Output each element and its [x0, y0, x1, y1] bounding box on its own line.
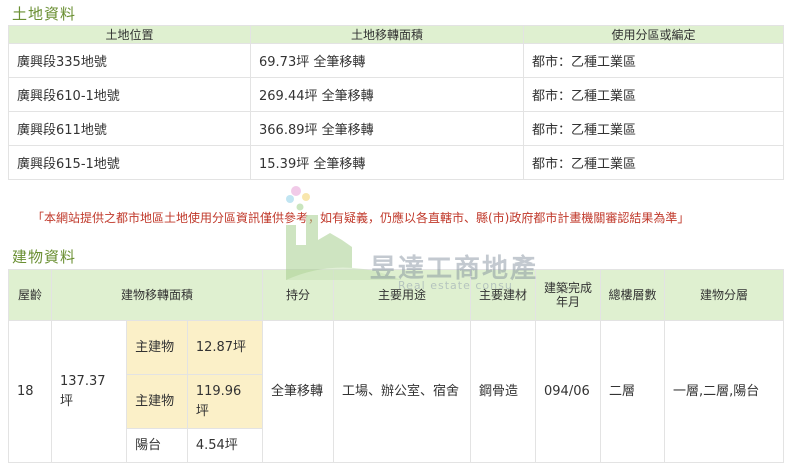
land-area: 366.89坪 全筆移轉 [250, 111, 524, 146]
land-location: 廣興段611地號 [8, 111, 251, 146]
land-area: 269.44坪 全筆移轉 [250, 77, 524, 112]
bldg-usage: 工場、辦公室、宿舍 [333, 320, 471, 463]
bldg-header-age: 屋齡 [8, 269, 52, 321]
bldg-sub-area-label: 主建物 [126, 320, 188, 375]
bldg-floor-levels: 一層,二層,陽台 [664, 320, 784, 463]
bldg-sub-area-label: 主建物 [126, 374, 188, 429]
land-row: 廣興段615-1地號 15.39坪 全筆移轉 都市：乙種工業區 [8, 145, 784, 180]
land-row: 廣興段335地號 69.73坪 全筆移轉 都市：乙種工業區 [8, 43, 784, 78]
land-table: 土地位置 土地移轉面積 使用分區或編定 廣興段335地號 69.73坪 全筆移轉… [8, 25, 784, 180]
land-location: 廣興段615-1地號 [8, 145, 251, 180]
land-section-title: 土地資料 [12, 5, 77, 23]
land-header-location: 土地位置 [8, 25, 251, 44]
building-section-title: 建物資料 [12, 248, 77, 266]
bldg-sub-area-value: 12.87坪 [186, 320, 264, 375]
bldg-sub-area-value: 119.96坪 [186, 374, 264, 429]
bldg-floors: 二層 [600, 320, 665, 463]
bldg-header-floors: 總樓層數 [600, 269, 665, 321]
land-row: 廣興段610-1地號 269.44坪 全筆移轉 都市：乙種工業區 [8, 77, 784, 112]
land-area: 69.73坪 全筆移轉 [250, 43, 524, 78]
land-header-area: 土地移轉面積 [250, 25, 524, 44]
land-area: 15.39坪 全筆移轉 [250, 145, 524, 180]
land-zoning: 都市：乙種工業區 [523, 77, 784, 112]
land-row: 廣興段611地號 366.89坪 全筆移轉 都市：乙種工業區 [8, 111, 784, 146]
zoning-notice: 「本網站提供之都市地區土地使用分區資訊僅供參考，如有疑義，仍應以各直轄市、縣(市… [32, 211, 690, 225]
land-zoning: 都市：乙種工業區 [523, 145, 784, 180]
land-table-header: 土地位置 土地移轉面積 使用分區或編定 [8, 25, 784, 44]
building-table: 屋齡 建物移轉面積 持分 主要用途 主要建材 建築完成年月 總樓層數 建物分層 … [8, 269, 784, 463]
bldg-age: 18 [8, 320, 52, 463]
bldg-header-area: 建物移轉面積 [51, 269, 263, 321]
bldg-total-area: 137.37坪 [50, 320, 128, 463]
land-location: 廣興段610-1地號 [8, 77, 251, 112]
bldg-header-completed: 建築完成年月 [535, 269, 601, 321]
land-zoning: 都市：乙種工業區 [523, 43, 784, 78]
bldg-completed: 094/06 [535, 320, 601, 463]
bldg-share: 全筆移轉 [262, 320, 334, 463]
watermark-subtitle: Real estate consu [398, 279, 513, 292]
bldg-header-share: 持分 [262, 269, 334, 321]
bldg-material: 鋼骨造 [470, 320, 536, 463]
bldg-header-floor-levels: 建物分層 [664, 269, 784, 321]
bldg-sub-area-value: 4.54坪 [186, 428, 264, 463]
building-row: 18 137.37坪 主建物 12.87坪 全筆移轉 工場、辦公室、宿舍 鋼骨造… [8, 320, 784, 463]
land-zoning: 都市：乙種工業區 [523, 111, 784, 146]
land-location: 廣興段335地號 [8, 43, 251, 78]
land-header-zoning: 使用分區或編定 [523, 25, 784, 44]
bldg-sub-area-label: 陽台 [126, 428, 188, 463]
